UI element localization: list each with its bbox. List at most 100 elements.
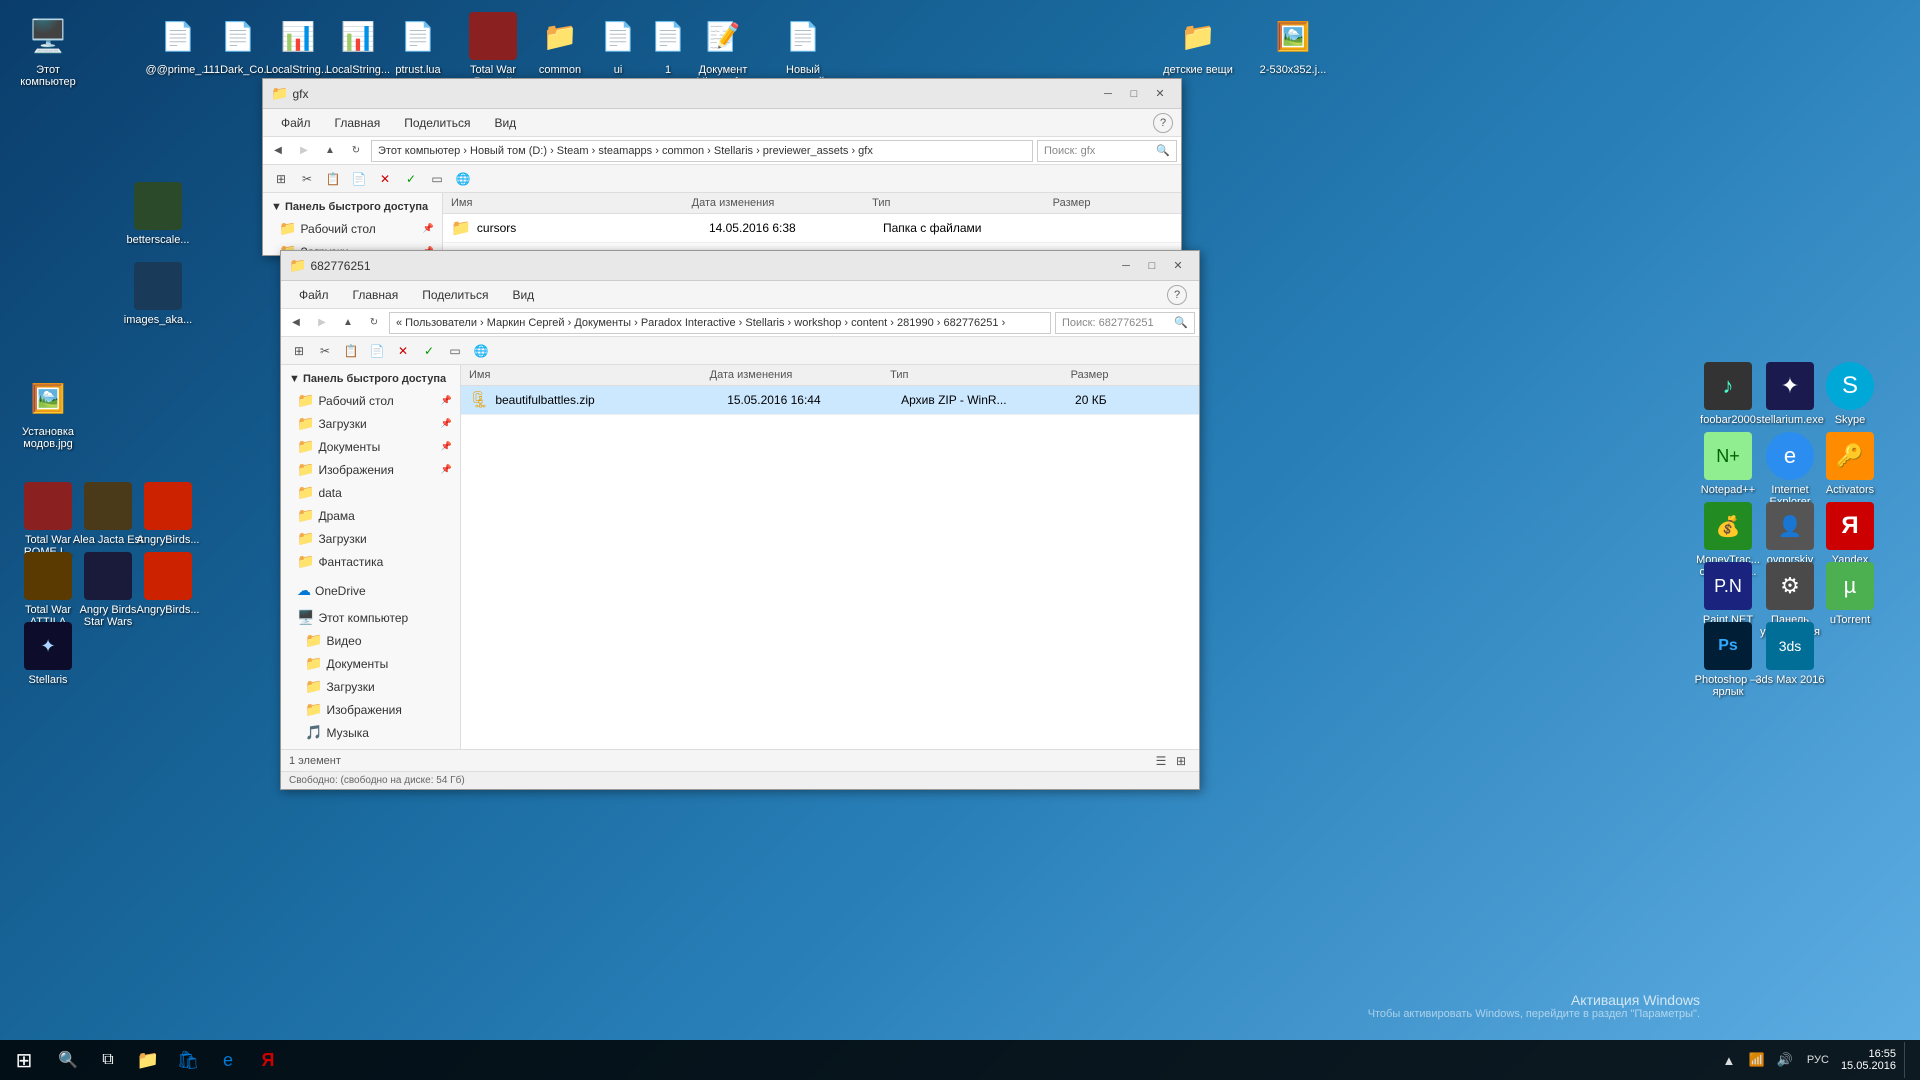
desktop-icon-detskie[interactable]: 📁 детские вещи [1158,8,1238,80]
desktop-icon-stellaris[interactable]: ✦ Stellaris [8,618,88,690]
start-icon: ⊞ [16,1048,33,1073]
682-tab-home[interactable]: Главная [343,284,409,306]
desktop-icon-this-pc[interactable]: 🖥️ Этот компьютер [8,8,88,92]
desktop-icon-angrybirds1[interactable]: AngryBirds... [128,478,208,550]
682-sidebar-music[interactable]: 🎵Музыка [281,721,460,744]
gfx-check-button[interactable]: ✓ [399,168,423,190]
gfx-forward-button[interactable]: ▶ [293,140,315,162]
682-filelist: Имя Дата изменения Тип Размер 🗜 beautifu… [461,365,1199,749]
682-view-icons-button[interactable]: ⊞ [1171,752,1191,770]
682-check-button[interactable]: ✓ [417,340,441,362]
start-button[interactable]: ⊞ [0,1040,48,1080]
gfx-delete-button[interactable]: ✕ [373,168,397,190]
gfx-rename-button[interactable]: ▭ [425,168,449,190]
682-sidebar: ▼ Панель быстрого доступа 📁Рабочий стол📌… [281,365,461,749]
tray-language[interactable]: РУС [1803,1042,1833,1078]
desktop-icon-skype[interactable]: S Skype [1810,358,1890,430]
682-sidebar-data[interactable]: 📁data [281,481,460,504]
682-sidebar-documents[interactable]: 📁Документы📌 [281,435,460,458]
682-view-grid-button[interactable]: ⊞ [287,340,311,362]
gfx-maximize-button[interactable]: □ [1121,82,1147,106]
gfx-tab-share[interactable]: Поделиться [394,112,480,134]
682-back-button[interactable]: ◀ [285,312,307,334]
gfx-tab-file[interactable]: Файл [271,112,321,134]
desktop-icon-betterscale[interactable]: betterscale... [118,178,198,250]
table-row[interactable]: 📁 cursors 14.05.2016 6:38 Папка с файлам… [443,214,1181,243]
explorer-682-window: 📁 682776251 ─ □ ✕ Файл Главная Поделитьс… [280,250,1200,790]
gfx-tab-home[interactable]: Главная [325,112,391,134]
gfx-paste-button[interactable]: 📄 [347,168,371,190]
yandex-taskbar-button[interactable]: Я [248,1040,288,1080]
682-close-button[interactable]: ✕ [1165,254,1191,278]
682-copy-button[interactable]: 📋 [339,340,363,362]
682-tab-view[interactable]: Вид [502,284,544,306]
show-desktop-button[interactable] [1904,1042,1910,1078]
682-sidebar-downloads2[interactable]: 📁Загрузки [281,527,460,550]
gfx-help-icon[interactable]: ? [1153,113,1173,133]
682-rename-button[interactable]: ▭ [443,340,467,362]
682-path[interactable]: « Пользователи › Маркин Сергей › Докумен… [389,312,1051,334]
682-minimize-button[interactable]: ─ [1113,254,1139,278]
682-refresh-button[interactable]: ↻ [363,312,385,334]
682-quick-access-header: ▼ Панель быстрого доступа [281,369,460,389]
682-sidebar-images[interactable]: 📁Изображения📌 [281,458,460,481]
gfx-close-button[interactable]: ✕ [1147,82,1173,106]
gfx-back-button[interactable]: ◀ [267,140,289,162]
gfx-filelist-header: Имя Дата изменения Тип Размер [443,193,1181,214]
gfx-earth-button[interactable]: 🌐 [451,168,475,190]
task-view-button[interactable]: ⧉ [88,1040,128,1080]
682-tab-share[interactable]: Поделиться [412,284,498,306]
tray-volume-icon[interactable]: 🔊 [1775,1042,1795,1078]
682-sidebar-imgs[interactable]: 📁Изображения [281,698,460,721]
682-search[interactable]: Поиск: 682776251 🔍 [1055,312,1195,334]
gfx-up-button[interactable]: ▲ [319,140,341,162]
682-maximize-button[interactable]: □ [1139,254,1165,278]
682-cut-button[interactable]: ✂ [313,340,337,362]
682-up-button[interactable]: ▲ [337,312,359,334]
explorer-taskbar-button[interactable]: 📁 [128,1040,168,1080]
682-titlebar[interactable]: 📁 682776251 ─ □ ✕ [281,251,1199,281]
tray-up-arrow[interactable]: ▲ [1719,1042,1739,1078]
682-sidebar-onedrive[interactable]: ☁OneDrive [281,579,460,602]
682-sidebar-fantastika[interactable]: 📁Фантастика [281,550,460,573]
gfx-search[interactable]: Поиск: gfx 🔍 [1037,140,1177,162]
682-help-icon[interactable]: ? [1167,285,1187,305]
gfx-copy-button[interactable]: 📋 [321,168,345,190]
desktop-icon-images-aka[interactable]: images_aka... [118,258,198,330]
682-earth-button[interactable]: 🌐 [469,340,493,362]
desktop-icon-activators[interactable]: 🔑 Activators [1810,428,1890,500]
gfx-view-grid-button[interactable]: ⊞ [269,168,293,190]
gfx-titlebar[interactable]: 📁 gfx ─ □ ✕ [263,79,1181,109]
table-row[interactable]: 🗜 beautifulbattles.zip 15.05.2016 16:44 … [461,386,1199,415]
682-sidebar-dl[interactable]: 📁Загрузки [281,675,460,698]
682-sidebar-video[interactable]: 📁Видео [281,629,460,652]
682-sidebar-downloads[interactable]: 📁Загрузки📌 [281,412,460,435]
desktop-icon-ustanovka[interactable]: 🖼️ Установка модов.jpg [8,370,88,454]
682-filelist-header: Имя Дата изменения Тип Размер [461,365,1199,386]
682-paste-button[interactable]: 📄 [365,340,389,362]
gfx-path[interactable]: Этот компьютер › Новый том (D:) › Steam … [371,140,1033,162]
682-sidebar-desktop[interactable]: 📁Рабочий стол📌 [281,389,460,412]
desktop-icon-530[interactable]: 🖼️ 2-530x352.j... [1248,8,1338,80]
desktop-icon-file5[interactable]: 📄 ptrust.lua [378,8,458,80]
682-sidebar-this-pc[interactable]: 🖥️Этот компьютер [281,606,460,629]
tray-clock[interactable]: 16:55 15.05.2016 [1841,1048,1896,1072]
store-taskbar-button[interactable]: 🛍 [168,1040,208,1080]
desktop-icon-angrybirds2[interactable]: AngryBirds... [128,548,208,620]
gfx-refresh-button[interactable]: ↻ [345,140,367,162]
gfx-sidebar-desktop[interactable]: 📁Рабочий стол📌 [263,217,442,240]
682-sidebar-docs[interactable]: 📁Документы [281,652,460,675]
682-delete-button[interactable]: ✕ [391,340,415,362]
gfx-minimize-button[interactable]: ─ [1095,82,1121,106]
682-forward-button[interactable]: ▶ [311,312,333,334]
yandex-taskbar-icon: Я [262,1050,275,1071]
tray-network-icon[interactable]: 📶 [1747,1042,1767,1078]
browser-taskbar-button[interactable]: e [208,1040,248,1080]
682-view-list-button[interactable]: ☰ [1151,752,1171,770]
search-button[interactable]: 🔍 [48,1040,88,1080]
682-tab-file[interactable]: Файл [289,284,339,306]
682-sidebar-drama[interactable]: 📁Драма [281,504,460,527]
gfx-tab-view[interactable]: Вид [484,112,526,134]
desktop-icon-3dsmax[interactable]: 3ds 3ds Max 2016 [1750,618,1830,690]
gfx-cut-button[interactable]: ✂ [295,168,319,190]
